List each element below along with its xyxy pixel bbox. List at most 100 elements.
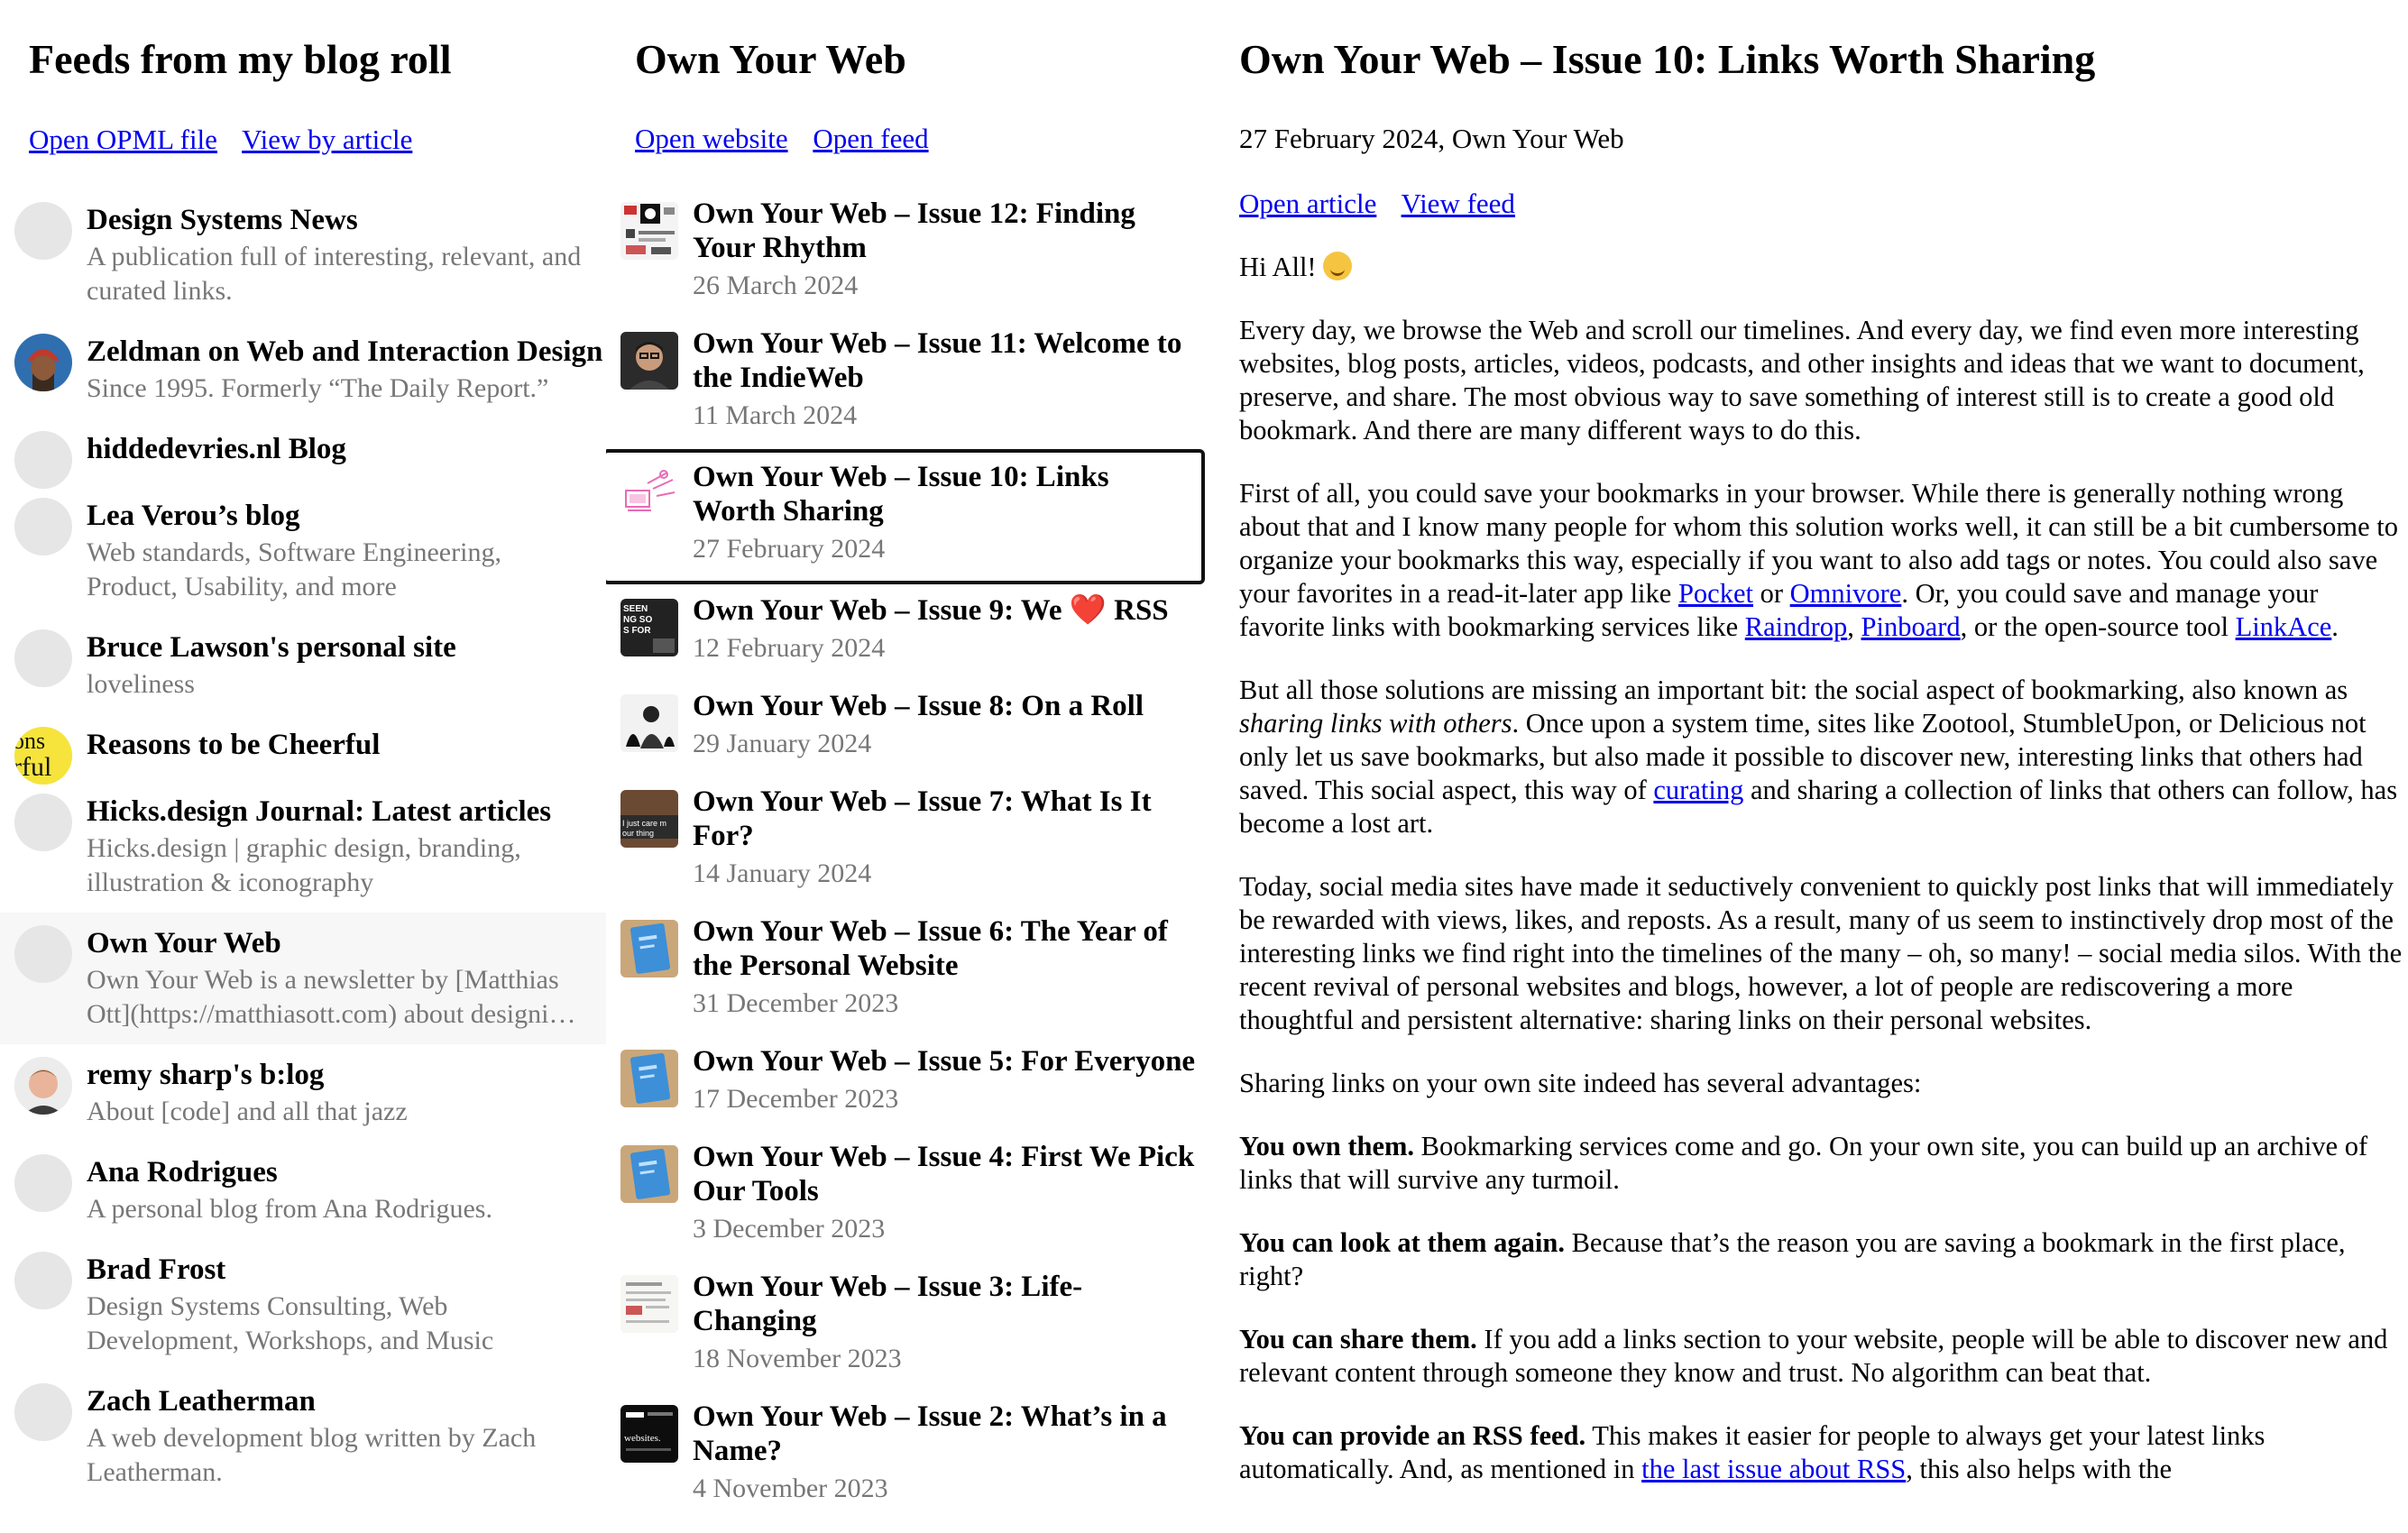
feed-item[interactable]: Brad Frost Design Systems Consulting, Web… — [0, 1239, 606, 1371]
feed-description: A web development blog written by Zach L… — [87, 1423, 537, 1487]
article-item[interactable]: Own Your Web – Issue 4: First We Pick Ou… — [606, 1133, 1210, 1261]
article-item[interactable]: Own Your Web – Issue 6: The Year of the … — [606, 907, 1210, 1035]
article-list: Own Your Web – Issue 12: Finding Your Rh… — [606, 189, 1210, 1522]
raindrop-link[interactable]: Raindrop — [1745, 611, 1848, 642]
paragraph-2-text: or — [1752, 578, 1790, 609]
article-item[interactable]: Own Your Web – Issue 10: Links Worth Sha… — [606, 449, 1205, 584]
article-item[interactable]: websites. Own Your Web – Issue 2: What’s … — [606, 1392, 1210, 1520]
feed-item[interactable]: Bruce Lawson's personal site loveliness — [0, 617, 606, 714]
article-item-date: 17 December 2023 — [693, 1084, 899, 1114]
feed-title: Zach Leatherman — [87, 1385, 316, 1418]
article-item-title: Own Your Web – Issue 5: For Everyone — [693, 1045, 1196, 1078]
articles-panel: Own Your Web Open website Open feed Own … — [606, 0, 1210, 1533]
feed-item[interactable]: Lea Verou’s blog Web standards, Software … — [0, 485, 606, 617]
paragraph-5: Sharing links on your own site indeed ha… — [1239, 1068, 1922, 1098]
feeds-panel-links: Open OPML file View by article — [29, 122, 430, 158]
feed-description: A personal blog from Ana Rodrigues. — [87, 1194, 492, 1224]
linkace-link[interactable]: LinkAce — [2236, 611, 2332, 642]
view-by-article-link[interactable]: View by article — [242, 124, 412, 155]
article-item-title: Own Your Web – Issue 3: Life-Changing — [693, 1271, 1083, 1337]
feed-item[interactable]: Own Your Web Own Your Web is a newsletter… — [0, 913, 606, 1044]
article-thumbnail: SEEN NG SO S FOR — [620, 599, 678, 656]
paragraph-3-text: But all those solutions are missing an i… — [1239, 675, 2348, 705]
feed-item[interactable]: Ana Rodrigues A personal blog from Ana Ro… — [0, 1142, 606, 1239]
feed-description: About [code] and all that jazz — [87, 1097, 408, 1126]
paragraph-7: You can look at them again. Because that… — [1239, 1226, 2403, 1293]
article-item[interactable]: I just care m our thing Own Your Web – Iss… — [606, 777, 1210, 905]
paragraph-2-text: , or the open-source tool — [1960, 611, 2236, 642]
article-item-date: 4 November 2023 — [693, 1473, 888, 1503]
article-item-date: 27 February 2024 — [693, 534, 886, 564]
omnivore-link[interactable]: Omnivore — [1790, 578, 1902, 609]
feed-title: Brad Frost — [87, 1253, 226, 1286]
feed-description: A publication full of interesting, relev… — [87, 242, 582, 306]
article-item[interactable]: SEEN NG SO S FOR Own Your Web – Issue 9: We… — [606, 586, 1210, 680]
feed-item[interactable]: hiddedevries.nl Blog — [0, 418, 606, 489]
svg-text:rful: rful — [14, 752, 51, 782]
feed-title: Reasons to be Cheerful — [87, 729, 381, 761]
article-body: Hi All! Every day, we browse the Web and… — [1239, 251, 2403, 1516]
open-feed-link[interactable]: Open feed — [813, 123, 928, 154]
article-thumbnail — [620, 1145, 678, 1203]
feed-list: Design Systems News A publication full of… — [0, 189, 606, 1502]
feed-item[interactable]: remy sharp's b:log About [code] and all t… — [0, 1044, 606, 1142]
pinboard-link[interactable]: Pinboard — [1861, 611, 1961, 642]
article-item-date: 29 January 2024 — [693, 729, 872, 758]
feed-title: Zeldman on Web and Interaction Design — [87, 335, 603, 368]
article-item[interactable]: Own Your Web – Issue 3: Life-Changing 18 … — [606, 1262, 1210, 1391]
article-item-date: 18 November 2023 — [693, 1344, 902, 1373]
open-opml-link[interactable]: Open OPML file — [29, 124, 217, 155]
feed-avatar — [14, 1154, 72, 1212]
article-item[interactable]: Own Your Web – Issue 11: Welcome to the … — [606, 319, 1210, 447]
greeting-text: Hi All! — [1239, 252, 1317, 282]
feed-title: remy sharp's b:log — [87, 1059, 325, 1091]
feed-description: Since 1995. Formerly “The Daily Report.” — [87, 373, 549, 403]
reader-panel: Own Your Web – Issue 10: Links Worth Sha… — [1210, 0, 2408, 1533]
reader-links: Open article View feed — [1239, 186, 1533, 222]
feed-item[interactable]: Hicks.design Journal: Latest articles Hic… — [0, 781, 606, 913]
feed-avatar — [14, 431, 72, 489]
feed-item[interactable]: ons rful Reasons to be Cheerful — [0, 714, 606, 785]
smiling-emoji-icon — [1323, 252, 1353, 280]
article-item-date: 31 December 2023 — [693, 988, 899, 1018]
feed-description: Hicks.design | graphic design, branding,… — [87, 833, 521, 897]
article-thumbnail — [620, 920, 678, 978]
paragraph-9: You can provide an RSS feed. This makes … — [1239, 1419, 2403, 1486]
feed-avatar — [14, 629, 72, 687]
open-article-link[interactable]: Open article — [1239, 188, 1376, 219]
article-item-title: Own Your Web – Issue 10: Links Worth Sha… — [693, 461, 1109, 528]
feed-avatar — [14, 925, 72, 983]
article-item-date: 12 February 2024 — [693, 633, 886, 663]
svg-text:NG SO: NG SO — [623, 615, 652, 625]
article-item[interactable]: Own Your Web – Issue 8: On a Roll 29 Janu… — [606, 682, 1210, 776]
feed-item[interactable]: Design Systems News A publication full of… — [0, 189, 606, 321]
open-website-link[interactable]: Open website — [635, 123, 788, 154]
view-feed-link[interactable]: View feed — [1402, 188, 1515, 219]
article-item[interactable]: Own Your Web – Issue 5: For Everyone 17 D… — [606, 1037, 1210, 1131]
feed-title: hiddedevries.nl Blog — [87, 433, 346, 465]
feed-item[interactable]: Zeldman on Web and Interaction Design Sin… — [0, 321, 606, 418]
feed-avatar — [14, 1383, 72, 1441]
feeds-panel-title: Feeds from my blog roll — [29, 36, 452, 82]
curating-link[interactable]: curating — [1653, 775, 1743, 805]
feed-title: Ana Rodrigues — [87, 1156, 278, 1189]
articles-panel-links: Open website Open feed — [635, 121, 947, 157]
svg-text:I just care m: I just care m — [622, 819, 666, 828]
pocket-link[interactable]: Pocket — [1678, 578, 1753, 609]
article-thumbnail — [620, 1050, 678, 1107]
feed-item[interactable]: Zach Leatherman A web development blog wr… — [0, 1371, 606, 1502]
article-item-title: Own Your Web – Issue 8: On a Roll — [693, 690, 1144, 722]
feed-title: Bruce Lawson's personal site — [87, 631, 456, 664]
feed-avatar — [14, 498, 72, 555]
articles-panel-title: Own Your Web — [635, 36, 906, 82]
rss-issue-link[interactable]: the last issue about RSS — [1641, 1454, 1906, 1484]
article-item[interactable]: Own Your Web – Issue 12: Finding Your Rh… — [606, 189, 1210, 317]
svg-text:SEEN: SEEN — [623, 604, 648, 614]
feed-title: Own Your Web — [87, 927, 281, 959]
article-thumbnail: websites. — [620, 1405, 678, 1463]
svg-text:our thing: our thing — [622, 829, 654, 838]
bold-lead: You can share them. — [1239, 1324, 1477, 1354]
paragraph-2-text: . — [2331, 611, 2339, 642]
paragraph-2-text: , — [1847, 611, 1861, 642]
article-item-title: Own Your Web – Issue 9: We ❤️ RSS — [693, 594, 1169, 627]
